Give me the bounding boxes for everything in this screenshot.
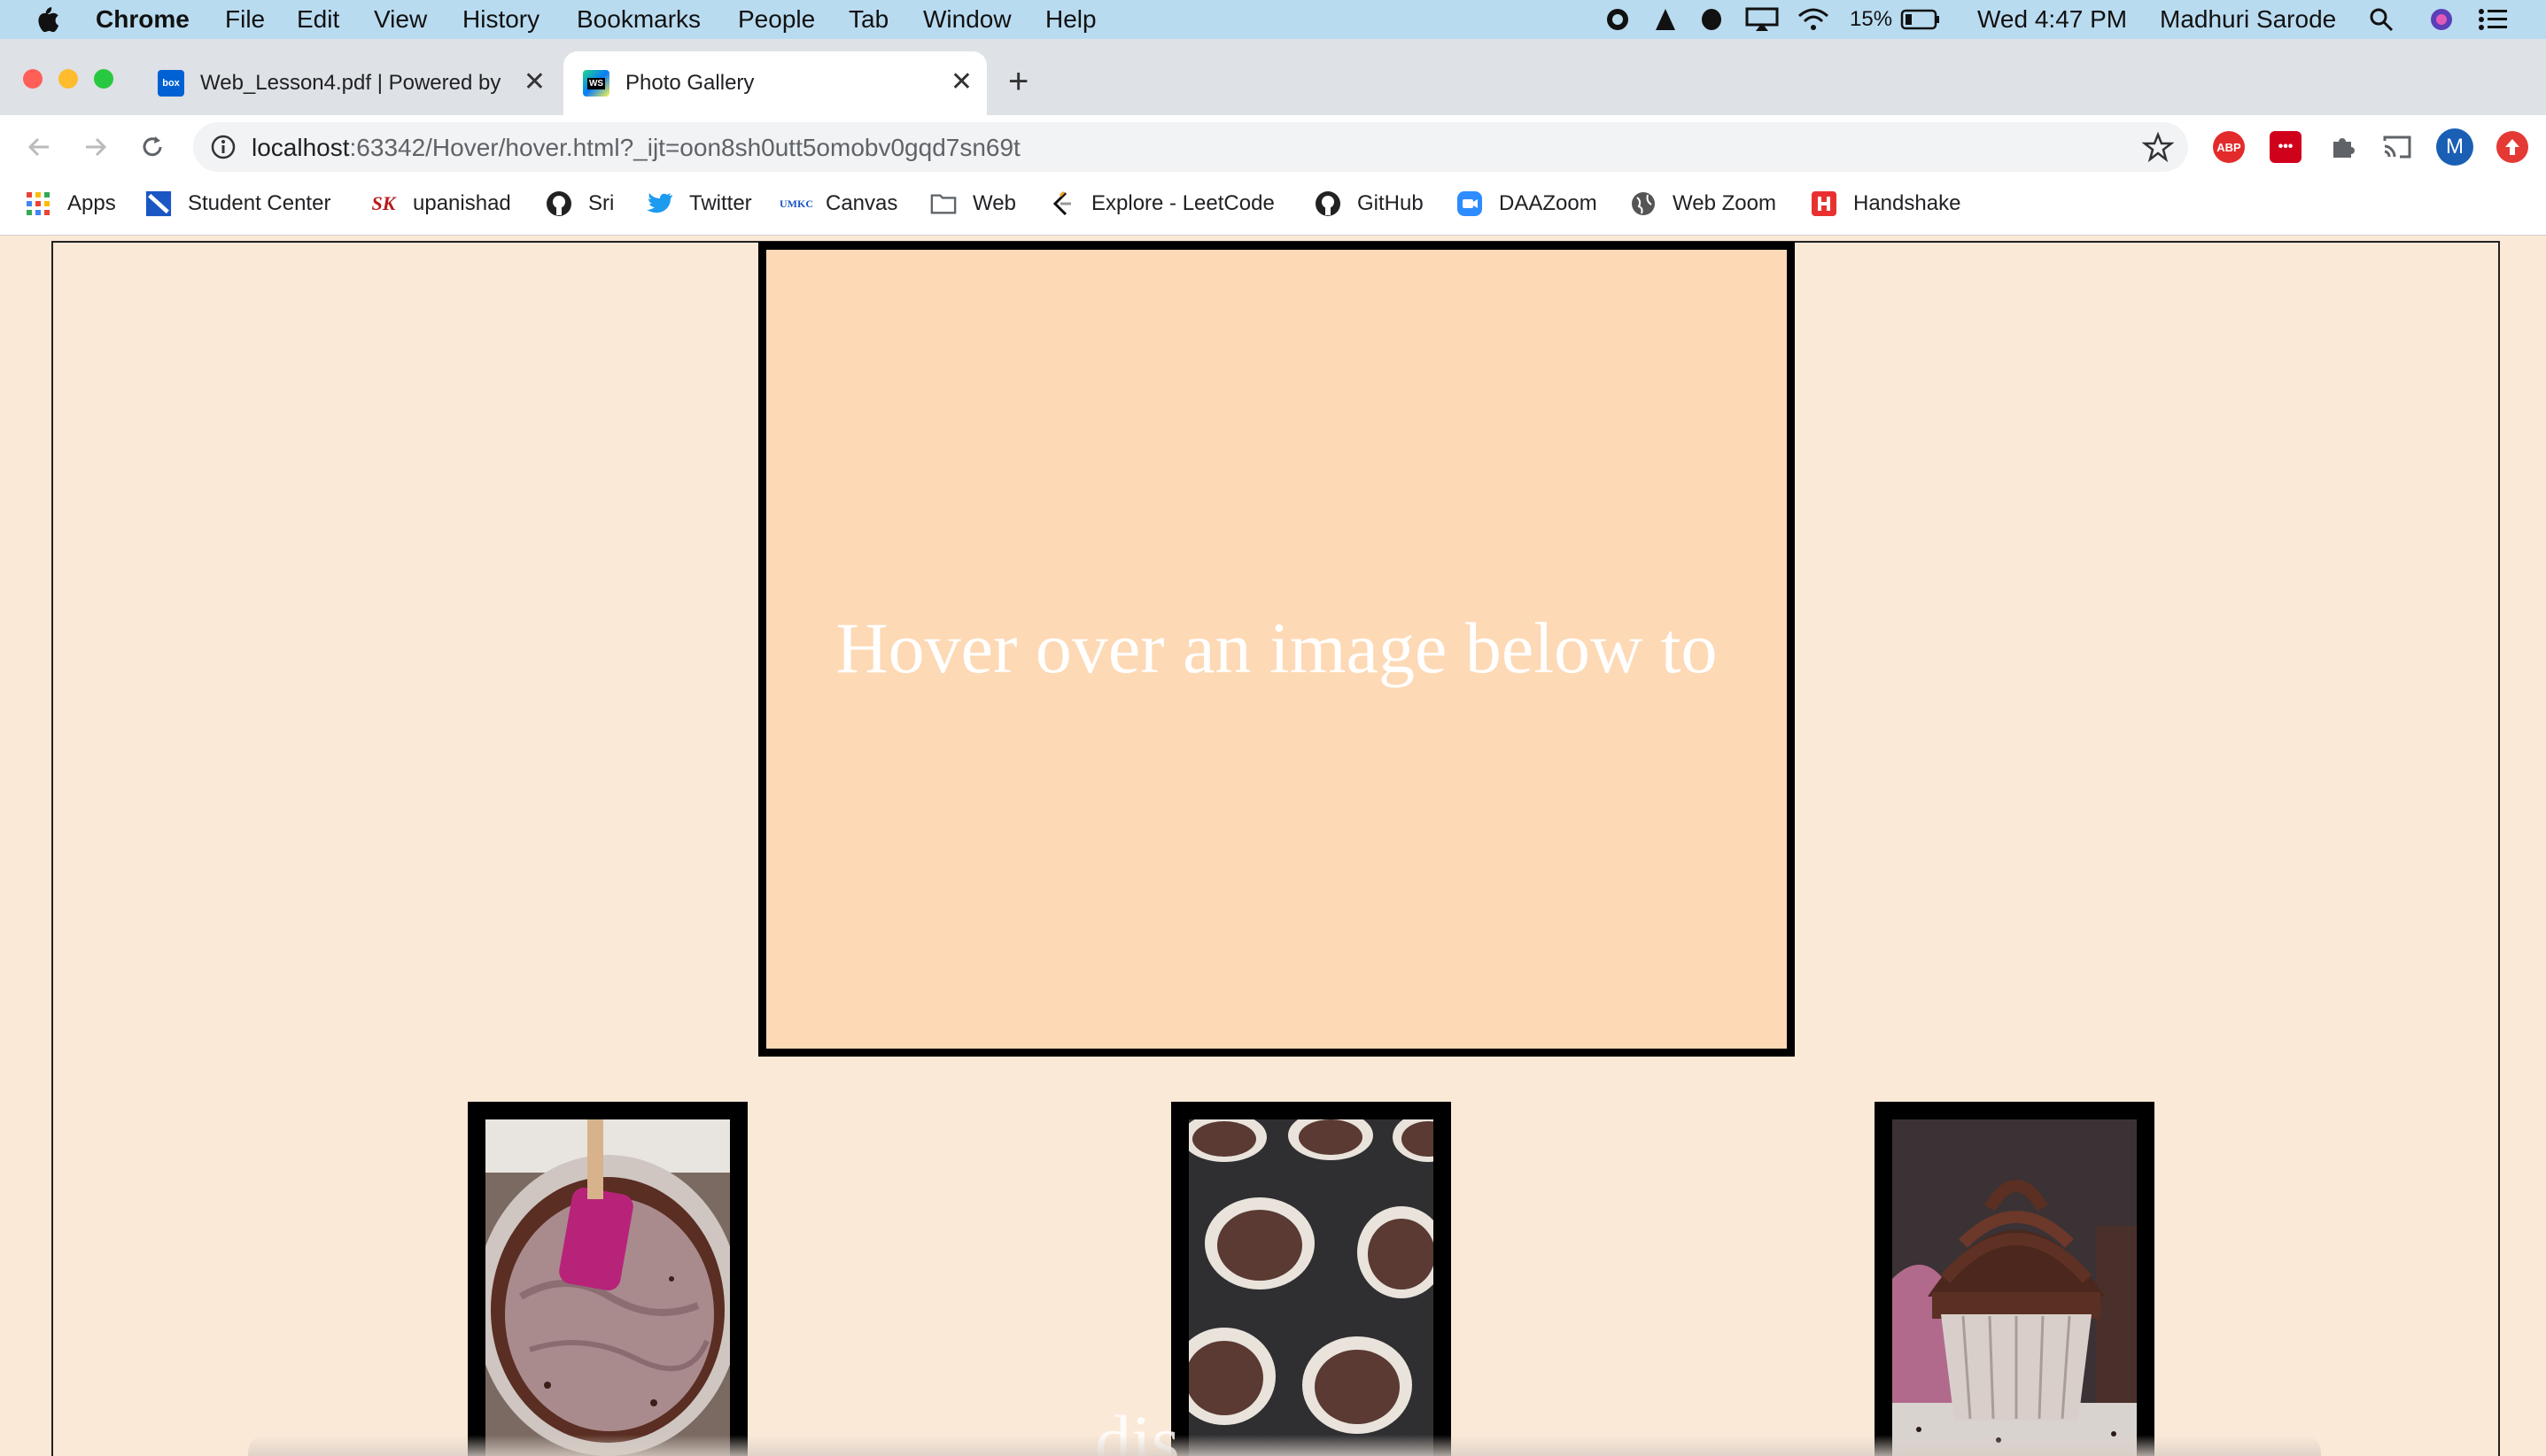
umkc-icon: UMKC: [780, 197, 813, 210]
bookmark-sri[interactable]: Sri: [546, 188, 614, 220]
menu-history[interactable]: History: [462, 5, 539, 34]
bookmark-label: Twitter: [689, 191, 752, 215]
tab-close-icon[interactable]: ✕: [524, 69, 546, 96]
bookmark-upanishad[interactable]: SK upanishad: [370, 188, 511, 220]
apple-logo-icon[interactable]: [34, 5, 60, 34]
viber-icon[interactable]: [1603, 7, 1632, 32]
url-host: localhost: [252, 134, 350, 161]
spotlight-search-icon[interactable]: [2367, 7, 2395, 32]
cast-icon[interactable]: [2381, 131, 2413, 163]
menu-people[interactable]: People: [738, 5, 815, 34]
bookmark-label: Handshake: [1853, 191, 1961, 215]
folder-icon: [930, 190, 957, 217]
student-center-icon: [145, 190, 172, 217]
forward-icon[interactable]: [76, 128, 115, 167]
tab-title: Photo Gallery: [625, 71, 755, 95]
update-icon[interactable]: [2496, 131, 2528, 163]
bookmark-label: Canvas: [826, 191, 898, 215]
menu-edit[interactable]: Edit: [297, 5, 339, 34]
url-text[interactable]: localhost:63342/Hover/hover.html?_ijt=oo…: [252, 133, 1021, 163]
gallery-thumbnail-3[interactable]: [1875, 1102, 2154, 1456]
clock[interactable]: Wed 4:47 PM: [1977, 5, 2127, 34]
bookmark-label: Apps: [67, 191, 116, 215]
image-display-box: Hover over an image below to: [758, 242, 1795, 1057]
bookmark-label: DAAZoom: [1499, 191, 1597, 215]
new-tab-button[interactable]: +: [1008, 64, 1028, 99]
menu-window[interactable]: Window: [923, 5, 1012, 34]
bookmark-label: Student Center: [188, 191, 331, 215]
github-icon: [546, 190, 572, 217]
notification-center-icon[interactable]: [2477, 7, 2509, 32]
bookmark-handshake[interactable]: Handshake: [1811, 188, 1960, 220]
gallery-thumbnail-1[interactable]: [468, 1102, 748, 1456]
bookmark-label: GitHub: [1357, 191, 1424, 215]
adblock-plus-icon[interactable]: ABP: [2213, 131, 2245, 163]
thumbnail-image-batter[interactable]: [485, 1119, 730, 1456]
sk-icon: SK: [371, 192, 396, 214]
menu-tab[interactable]: Tab: [849, 5, 889, 34]
bookmark-student-center[interactable]: Student Center: [145, 188, 330, 220]
webstorm-favicon-icon: WS: [583, 70, 609, 97]
tab-photo-gallery[interactable]: WS Photo Gallery ✕: [563, 51, 987, 115]
wifi-icon[interactable]: [1795, 7, 1832, 32]
github-icon: [1315, 190, 1341, 217]
menu-file[interactable]: File: [225, 5, 265, 34]
window-zoom-button[interactable]: [94, 69, 113, 89]
mac-menu-bar: Chrome File Edit View History Bookmarks …: [0, 0, 2546, 39]
reload-icon[interactable]: [133, 128, 172, 167]
menu-app-name[interactable]: Chrome: [96, 5, 190, 34]
twitter-icon: [647, 190, 673, 217]
lastpass-icon[interactable]: •••: [2270, 131, 2301, 163]
url-path: :63342/Hover/hover.html?_ijt=oon8sh0utt5…: [349, 134, 1021, 161]
bookmark-star-icon[interactable]: [2141, 131, 2175, 163]
leetcode-icon: [1049, 190, 1075, 217]
siri-icon[interactable]: [2427, 7, 2456, 32]
bookmark-canvas[interactable]: UMKC Canvas: [780, 188, 898, 220]
tab-close-icon[interactable]: ✕: [951, 69, 973, 96]
bookmark-label: upanishad: [413, 191, 511, 215]
bookmark-folder-web[interactable]: Web: [930, 188, 1016, 220]
bookmark-twitter[interactable]: Twitter: [647, 188, 752, 220]
thumbnail-image-muffin-tin[interactable]: [1189, 1119, 1433, 1456]
evernote-icon[interactable]: [1697, 7, 1726, 32]
extensions-puzzle-icon[interactable]: [2326, 131, 2358, 163]
site-info-icon[interactable]: [209, 133, 237, 161]
display-text: Hover over an image below to: [835, 608, 1718, 688]
thumbnail-image-cupcake[interactable]: [1892, 1119, 2137, 1456]
tab-web-lesson4[interactable]: box Web_Lesson4.pdf | Powered by ✕: [158, 51, 547, 115]
webstorm-favicon-glyph: WS: [586, 77, 606, 89]
bookmark-label: Sri: [588, 191, 615, 215]
zoom-icon: [1456, 190, 1483, 217]
battery-percent: 15%: [1850, 7, 1893, 31]
handshake-icon: [1811, 190, 1837, 217]
globe-icon: [1630, 190, 1657, 217]
tab-title: Web_Lesson4.pdf | Powered by: [200, 71, 501, 95]
bookmark-label: Explore - LeetCode: [1091, 191, 1275, 215]
user-name[interactable]: Madhuri Sarode: [2160, 5, 2336, 34]
window-close-button[interactable]: [23, 69, 43, 89]
menu-help[interactable]: Help: [1045, 5, 1097, 34]
bookmark-leetcode[interactable]: Explore - LeetCode: [1049, 188, 1275, 220]
apps-grid-icon: [25, 190, 51, 217]
box-favicon-icon: box: [158, 70, 184, 97]
bookmark-web-zoom[interactable]: Web Zoom: [1630, 188, 1776, 220]
gallery-thumbnail-2[interactable]: [1171, 1102, 1451, 1456]
profile-avatar[interactable]: M: [2436, 128, 2473, 166]
bookmark-github[interactable]: GitHub: [1315, 188, 1424, 220]
window-minimize-button[interactable]: [58, 69, 78, 89]
menu-view[interactable]: View: [374, 5, 427, 34]
bookmark-label: Web Zoom: [1673, 191, 1776, 215]
bookmark-apps[interactable]: Apps: [25, 188, 116, 220]
airplay-icon[interactable]: [1743, 7, 1781, 32]
menu-bookmarks[interactable]: Bookmarks: [577, 5, 701, 34]
vlc-icon[interactable]: [1651, 7, 1680, 32]
window-bottom-shadow: [248, 1435, 2321, 1456]
battery-icon[interactable]: [1899, 7, 1942, 32]
bookmark-daazoom[interactable]: DAAZoom: [1456, 188, 1597, 220]
back-icon[interactable]: [19, 128, 58, 167]
bookmark-label: Web: [973, 191, 1016, 215]
